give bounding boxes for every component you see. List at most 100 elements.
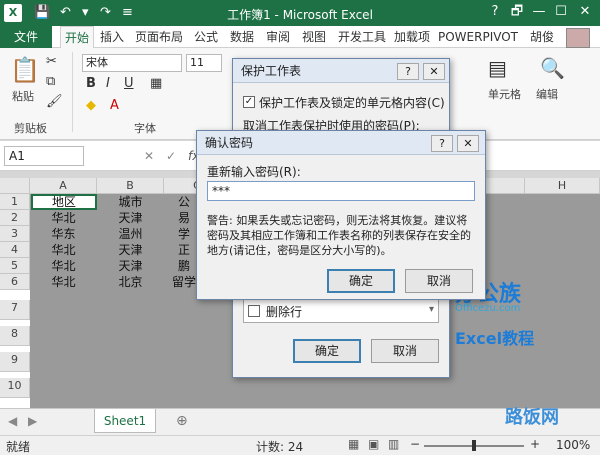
tab-page-layout[interactable]: 页面布局	[135, 26, 183, 48]
bold-button[interactable]: B	[86, 76, 96, 91]
tab-view[interactable]: 视图	[302, 26, 326, 48]
user-name[interactable]: 胡俊	[530, 26, 554, 48]
font-size-select[interactable]: 11	[186, 54, 222, 72]
table-cell[interactable]: 北京	[97, 274, 164, 290]
table-cell[interactable]: 华北	[30, 210, 97, 226]
fill-color-icon[interactable]: ◆	[86, 98, 96, 113]
paste-button[interactable]: 粘贴	[12, 88, 34, 104]
page-break-view-icon[interactable]: ▥	[388, 437, 399, 451]
delete-rows-checkbox[interactable]	[248, 305, 260, 317]
sheet-prev-icon[interactable]: ◀	[8, 414, 17, 428]
row-header[interactable]: 10	[0, 378, 30, 398]
confirm-password-dialog: 确认密码 ? ✕ 重新输入密码(R): *** 警告: 如果丢失或忘记密码，则无…	[196, 130, 486, 300]
table-cell[interactable]: 天津	[97, 210, 164, 226]
zoom-in-icon[interactable]: +	[530, 437, 540, 451]
font-group-label: 字体	[134, 122, 156, 135]
tab-insert[interactable]: 插入	[100, 26, 124, 48]
table-cell[interactable]: 华北	[30, 258, 97, 274]
cut-icon[interactable]: ✂	[46, 54, 57, 69]
help-button[interactable]: ?	[397, 63, 419, 80]
sheet-next-icon[interactable]: ▶	[28, 414, 37, 428]
tab-review[interactable]: 审阅	[266, 26, 290, 48]
clipboard-group-label: 剪贴板	[14, 122, 47, 135]
table-cell[interactable]: 天津	[97, 242, 164, 258]
row-header[interactable]: 4	[0, 242, 30, 258]
font-color-icon[interactable]: A	[110, 98, 119, 113]
reenter-password-label: 重新输入密码(R):	[207, 165, 301, 179]
tab-home[interactable]: 开始	[60, 26, 95, 49]
edit-button[interactable]: 编辑	[536, 86, 558, 102]
row-header[interactable]: 2	[0, 210, 30, 226]
tab-addins[interactable]: 加载项	[394, 26, 430, 48]
active-cell[interactable]: 地区	[31, 194, 97, 210]
row-header[interactable]: 9	[0, 352, 30, 372]
table-cell[interactable]: 天津	[97, 258, 164, 274]
name-box[interactable]: A1	[4, 146, 84, 166]
row-header[interactable]: 1	[0, 194, 30, 210]
maximize-icon[interactable]: ☐	[552, 4, 570, 20]
row-header[interactable]: 3	[0, 226, 30, 242]
ribbon-display-icon[interactable]: 🗗	[508, 4, 526, 20]
close-button[interactable]: ✕	[457, 135, 479, 152]
row-header[interactable]: 5	[0, 258, 30, 274]
minimize-icon[interactable]: —	[530, 4, 548, 20]
column-header[interactable]: A	[30, 178, 97, 194]
underline-button[interactable]: U	[124, 76, 134, 91]
permissions-list[interactable]: 删除行 ▾	[243, 299, 439, 323]
site-watermark: 路饭网	[505, 407, 559, 428]
ribbon-tabs: 文件 开始 插入 页面布局 公式 数据 审阅 视图 开发工具 加载项 POWER…	[0, 26, 600, 49]
table-cell[interactable]: 华北	[30, 242, 97, 258]
row-header[interactable]: 8	[0, 326, 30, 346]
enter-formula-icon[interactable]: ✓	[166, 149, 176, 163]
zoom-level[interactable]: 100%	[556, 438, 590, 452]
delete-rows-label: 删除行	[266, 305, 303, 319]
cells-icon[interactable]: ▤	[488, 56, 507, 80]
tab-file[interactable]: 文件	[0, 26, 52, 48]
cancel-button[interactable]: 取消	[371, 339, 439, 363]
table-cell[interactable]: 城市	[97, 194, 164, 210]
help-icon[interactable]: ?	[486, 4, 504, 20]
add-sheet-icon[interactable]: ⊕	[176, 413, 188, 429]
brand-url-watermark: Officezu.com	[455, 303, 521, 314]
close-button[interactable]: ✕	[423, 63, 445, 80]
row-header[interactable]: 7	[0, 300, 30, 320]
tab-formulas[interactable]: 公式	[194, 26, 218, 48]
close-icon[interactable]: ✕	[576, 4, 594, 20]
sheet-tab-sheet1[interactable]: Sheet1	[94, 409, 156, 433]
scroll-down-icon[interactable]: ▾	[429, 304, 434, 315]
ok-button[interactable]: 确定	[293, 339, 361, 363]
cancel-button[interactable]: 取消	[405, 269, 473, 293]
tab-powerpivot[interactable]: POWERPIVOT	[438, 26, 518, 48]
help-button[interactable]: ?	[431, 135, 453, 152]
cancel-formula-icon[interactable]: ✕	[144, 149, 154, 163]
separator	[72, 52, 73, 132]
zoom-slider-thumb[interactable]	[472, 440, 476, 451]
ok-button[interactable]: 确定	[327, 269, 395, 293]
copy-icon[interactable]: ⧉	[46, 74, 55, 89]
status-count: 计数: 24	[256, 440, 304, 454]
normal-view-icon[interactable]: ▦	[348, 437, 359, 451]
paste-icon[interactable]: 📋	[10, 56, 40, 84]
zoom-out-icon[interactable]: −	[410, 437, 420, 451]
column-header[interactable]: B	[97, 178, 164, 194]
page-layout-view-icon[interactable]: ▣	[368, 437, 379, 451]
select-all-corner[interactable]	[0, 178, 30, 194]
border-icon[interactable]: ▦	[150, 76, 162, 91]
row-header[interactable]: 6	[0, 274, 30, 290]
italic-button[interactable]: I	[106, 76, 110, 91]
status-bar: 就绪 计数: 24 ▦ ▣ ▥ − + 100%	[0, 435, 600, 455]
protect-checkbox[interactable]: ✓	[243, 96, 255, 108]
table-cell[interactable]: 温州	[97, 226, 164, 242]
table-cell[interactable]: 华东	[30, 226, 97, 242]
table-cell[interactable]: 华北	[30, 274, 97, 290]
password-input[interactable]: ***	[207, 181, 475, 201]
tab-developer[interactable]: 开发工具	[338, 26, 386, 48]
cells-button[interactable]: 单元格	[488, 86, 521, 102]
column-header[interactable]: H	[525, 178, 600, 194]
binoculars-icon[interactable]: 🔍	[540, 56, 565, 80]
excel-tutorial-watermark: Excel教程	[455, 329, 535, 348]
font-name-select[interactable]: 宋体	[82, 54, 182, 72]
format-painter-icon[interactable]: 🖌	[46, 94, 63, 109]
tab-data[interactable]: 数据	[230, 26, 254, 48]
avatar[interactable]	[566, 28, 590, 48]
